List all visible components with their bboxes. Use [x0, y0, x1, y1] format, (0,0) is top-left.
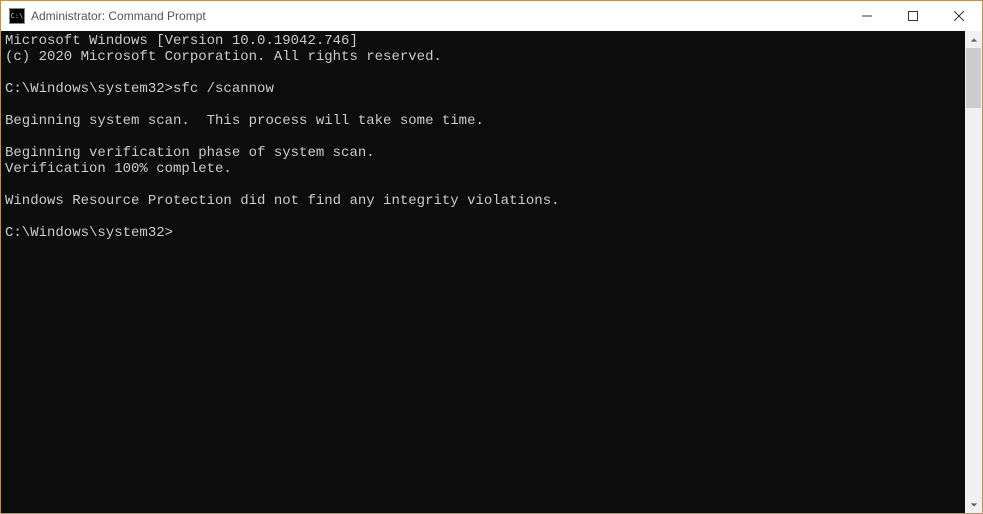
chevron-up-icon	[970, 36, 978, 44]
minimize-button[interactable]	[844, 1, 890, 31]
console-output[interactable]: Microsoft Windows [Version 10.0.19042.74…	[1, 31, 965, 513]
minimize-icon	[862, 11, 872, 21]
maximize-button[interactable]	[890, 1, 936, 31]
maximize-icon	[908, 11, 918, 21]
app-icon-label: C:\	[11, 12, 24, 20]
console-area: Microsoft Windows [Version 10.0.19042.74…	[1, 31, 982, 513]
command-prompt-window: C:\ Administrator: Command Prompt Micros…	[0, 0, 983, 514]
vertical-scrollbar[interactable]	[965, 31, 982, 513]
scrollbar-up-button[interactable]	[965, 31, 982, 48]
scrollbar-down-button[interactable]	[965, 496, 982, 513]
window-title: Administrator: Command Prompt	[31, 9, 844, 23]
app-icon: C:\	[9, 8, 25, 24]
window-controls	[844, 1, 982, 31]
close-button[interactable]	[936, 1, 982, 31]
scrollbar-thumb[interactable]	[966, 48, 981, 108]
close-icon	[954, 11, 964, 21]
titlebar[interactable]: C:\ Administrator: Command Prompt	[1, 1, 982, 31]
chevron-down-icon	[970, 501, 978, 509]
